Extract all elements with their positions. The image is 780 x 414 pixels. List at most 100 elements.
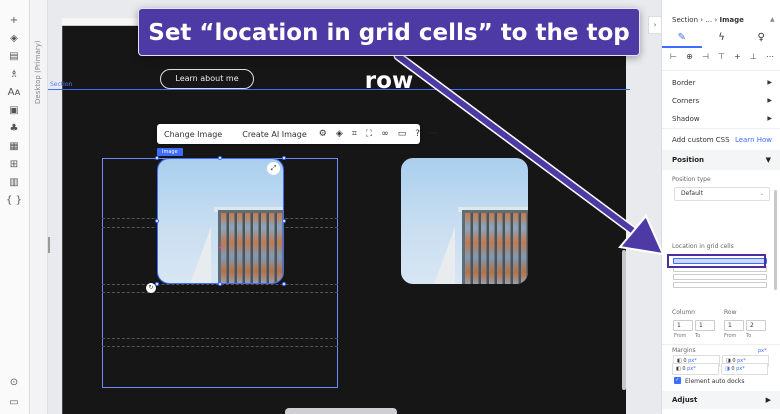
grid-line [102,338,338,339]
collapse-panel-button[interactable]: › [648,16,661,34]
selected-image[interactable] [157,158,284,284]
position-type-label: Position type [672,176,711,183]
breadcrumb[interactable]: Section › … › Image [672,16,744,24]
learn-about-me-button[interactable]: Learn about me [160,69,254,89]
shadow-row[interactable]: Shadow ▶ [672,115,772,123]
expand-icon[interactable]: ⤢ [267,162,280,175]
chevron-right-icon: ▶ [765,396,771,404]
image-floating-toolbar: Change Image Create AI Image ⚙ ◈ ⌗ ⛶ ∞ ▭… [157,124,438,144]
panel-tabs: ✎ ϟ ♀ [662,28,780,48]
tab-ai[interactable]: ♀ [741,28,780,48]
more-icon[interactable]: ··· [429,129,438,139]
bottom-toggle[interactable] [285,408,397,414]
row-to-input[interactable]: 2 [746,320,766,331]
crop-icon[interactable]: ⌗ [352,129,357,139]
margins-unit[interactable]: px* [758,348,767,354]
grid-cells-label: Location in grid cells [672,243,734,250]
rotate-icon[interactable]: ↻ [146,283,156,293]
resize-handle[interactable] [282,156,286,160]
position-section-header[interactable]: Position ▼ [662,150,780,170]
align-row: ⊢ ⊕ ⊣ ⊤ + ⊥ ⋯ [670,52,774,61]
photo-building [461,209,528,284]
create-ai-image-button[interactable]: Create AI Image [242,130,307,139]
grid-cell-row-3[interactable] [673,274,767,280]
breakpoint-label: Desktop (Primary) [34,40,42,104]
table-icon[interactable]: ▥ [6,176,22,190]
text-icon[interactable]: Aᴀ [6,86,22,100]
add-icon[interactable]: + [6,14,22,28]
section-line [48,89,630,90]
margin-left-input[interactable]: ◨ 0 px* [721,363,768,375]
tab-interactions[interactable]: ϟ [702,28,742,48]
settings-icon[interactable]: ⚙ [319,129,327,139]
design-icon[interactable]: ◈ [336,129,343,139]
resize-handle[interactable] [282,282,286,286]
comment-icon[interactable]: ▭ [6,396,22,410]
focus-icon[interactable]: ⛶ [366,129,372,139]
custom-css-row: Add custom CSS Learn How [672,136,772,144]
photo-wall [189,227,212,283]
align-middle-icon[interactable]: + [734,52,741,61]
apps-icon[interactable]: ♣ [6,122,22,136]
help-icon[interactable]: ? [415,129,420,139]
code-icon[interactable]: { } [6,194,22,208]
breadcrumb-current: Image [719,16,744,24]
row-label: Row [724,309,737,316]
change-image-button[interactable]: Change Image [164,130,222,139]
link-icon[interactable]: ∞ [381,129,389,139]
row-from-input[interactable]: 1 [724,320,744,331]
adjust-section-header[interactable]: Adjust ▶ [662,391,780,409]
comment-icon[interactable]: ▭ [398,129,407,139]
chevron-up-icon[interactable]: ▲ [770,16,775,23]
photo-building [218,209,283,283]
breadcrumb-path[interactable]: Section › … › [672,16,717,24]
grid-line [102,346,338,347]
cms-icon[interactable]: ⊞ [6,158,22,172]
corners-row[interactable]: Corners ▶ [672,97,772,105]
resize-handle[interactable] [282,219,286,223]
instruction-text: Set “location in grid cells” to the top … [148,20,630,94]
from-label: From [674,333,687,339]
divider [48,237,50,253]
grid-cell-highlight [667,254,766,268]
align-top-icon[interactable]: ⊤ [718,52,725,61]
resize-handle[interactable] [218,282,222,286]
snap-cross-icon: + [218,243,225,252]
learn-how-link[interactable]: Learn How [735,136,772,144]
grid-cell-row-4[interactable] [673,282,767,288]
chevron-right-icon: ▶ [767,115,772,122]
layers-icon[interactable]: ◈ [6,32,22,46]
image-tag: Image [157,148,183,156]
resize-handle[interactable] [155,156,159,160]
align-center-icon[interactable]: ⊕ [686,52,693,61]
position-type-select[interactable]: Default ⌄ [674,187,770,201]
border-row[interactable]: Border ▶ [672,79,772,87]
column-label: Column [672,309,695,316]
distribute-icon[interactable]: ⋯ [766,52,774,61]
margins-label: Margins [672,347,696,354]
align-left-icon[interactable]: ⊢ [670,52,677,61]
canvas-scrollbar[interactable] [622,250,626,390]
chevron-down-icon: ▼ [765,156,771,164]
margin-bottom-input[interactable]: ◧ 0 px* [672,363,719,375]
chevron-down-icon: ⌄ [759,191,764,197]
left-toolbar: + ◈ ▤ ♗ Aᴀ ▣ ♣ ▦ ⊞ ▥ { } ⊙ ▭ [0,0,30,414]
media-icon[interactable]: ▣ [6,104,22,118]
chevron-right-icon: ▶ [767,97,772,104]
align-bottom-icon[interactable]: ⊥ [750,52,757,61]
resize-handle[interactable] [218,156,222,160]
panel-scrollbar[interactable] [774,190,777,290]
page-icon[interactable]: ▤ [6,50,22,64]
instruction-banner: Set “location in grid cells” to the top … [138,8,640,94]
tab-design[interactable]: ✎ [662,28,702,48]
design-icon[interactable]: ♗ [6,68,22,82]
column-to-input[interactable]: 1 [695,320,715,331]
align-right-icon[interactable]: ⊣ [702,52,709,61]
inspector-panel: Section › … › Image ✎ ϟ ♀ ⊢ ⊕ ⊣ ⊤ + ⊥ ⋯ … [661,0,780,414]
resize-handle[interactable] [155,219,159,223]
column-from-input[interactable]: 1 [673,320,693,331]
help-icon[interactable]: ⊙ [6,376,22,390]
grid-icon[interactable]: ▦ [6,140,22,154]
auto-docks-checkbox[interactable]: ✓ [674,377,681,384]
image-element[interactable] [401,158,528,284]
